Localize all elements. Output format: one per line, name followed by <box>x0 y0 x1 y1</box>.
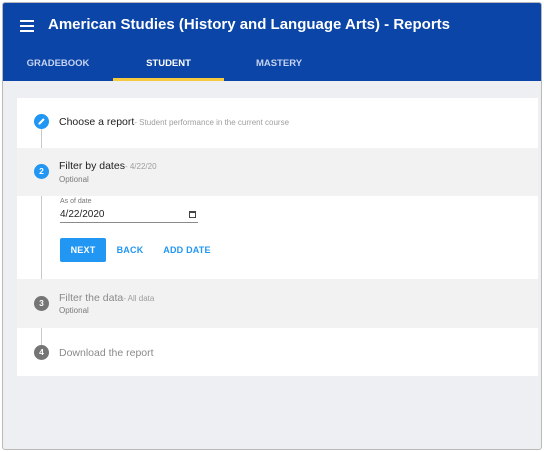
add-date-button[interactable]: ADD DATE <box>162 238 212 262</box>
step-summary: - 4/22/20 <box>124 162 157 171</box>
step-title: Choose a report- Student performance in … <box>59 116 290 128</box>
app-bar: American Studies (History and Language A… <box>3 3 541 81</box>
tab-mastery[interactable]: MASTERY <box>224 53 334 81</box>
step-summary: - Student performance in the current cou… <box>134 118 290 127</box>
calendar-icon[interactable] <box>189 211 196 218</box>
step-title: Download the report <box>59 347 154 359</box>
next-button[interactable]: NEXT <box>60 238 106 262</box>
step-number-badge: 4 <box>34 345 49 360</box>
active-tab-indicator <box>113 78 224 81</box>
tab-student[interactable]: STUDENT <box>113 53 224 81</box>
step-optional-label: Optional <box>59 175 89 184</box>
step-summary: - All data <box>123 294 155 303</box>
step-download-report[interactable]: 4 Download the report <box>17 334 538 372</box>
step-title: Filter the data- All data <box>59 292 155 304</box>
tab-gradebook[interactable]: GRADEBOOK <box>3 53 113 81</box>
menu-icon[interactable] <box>20 20 34 32</box>
date-value: 4/22/2020 <box>60 209 105 220</box>
step-filter-data[interactable]: 3 Filter the data- All data Optional <box>17 279 538 328</box>
step-number-badge: 3 <box>34 296 49 311</box>
page-title: American Studies (History and Language A… <box>48 16 451 33</box>
date-field-label: As of date <box>60 198 92 205</box>
step-optional-label: Optional <box>59 306 89 315</box>
pencil-icon <box>34 114 49 129</box>
step-number-badge: 2 <box>34 164 49 179</box>
step-filter-dates[interactable]: 2 Filter by dates- 4/22/20 Optional <box>17 148 538 196</box>
browser-frame: American Studies (History and Language A… <box>2 2 542 450</box>
step-choose-report[interactable]: Choose a report- Student performance in … <box>17 98 538 146</box>
tab-bar: GRADEBOOK STUDENT MASTERY <box>3 53 541 81</box>
back-button[interactable]: BACK <box>114 238 146 262</box>
report-stepper: Choose a report- Student performance in … <box>17 98 538 376</box>
step-title: Filter by dates- 4/22/20 <box>59 160 157 172</box>
as-of-date-input[interactable]: 4/22/2020 <box>60 208 198 223</box>
